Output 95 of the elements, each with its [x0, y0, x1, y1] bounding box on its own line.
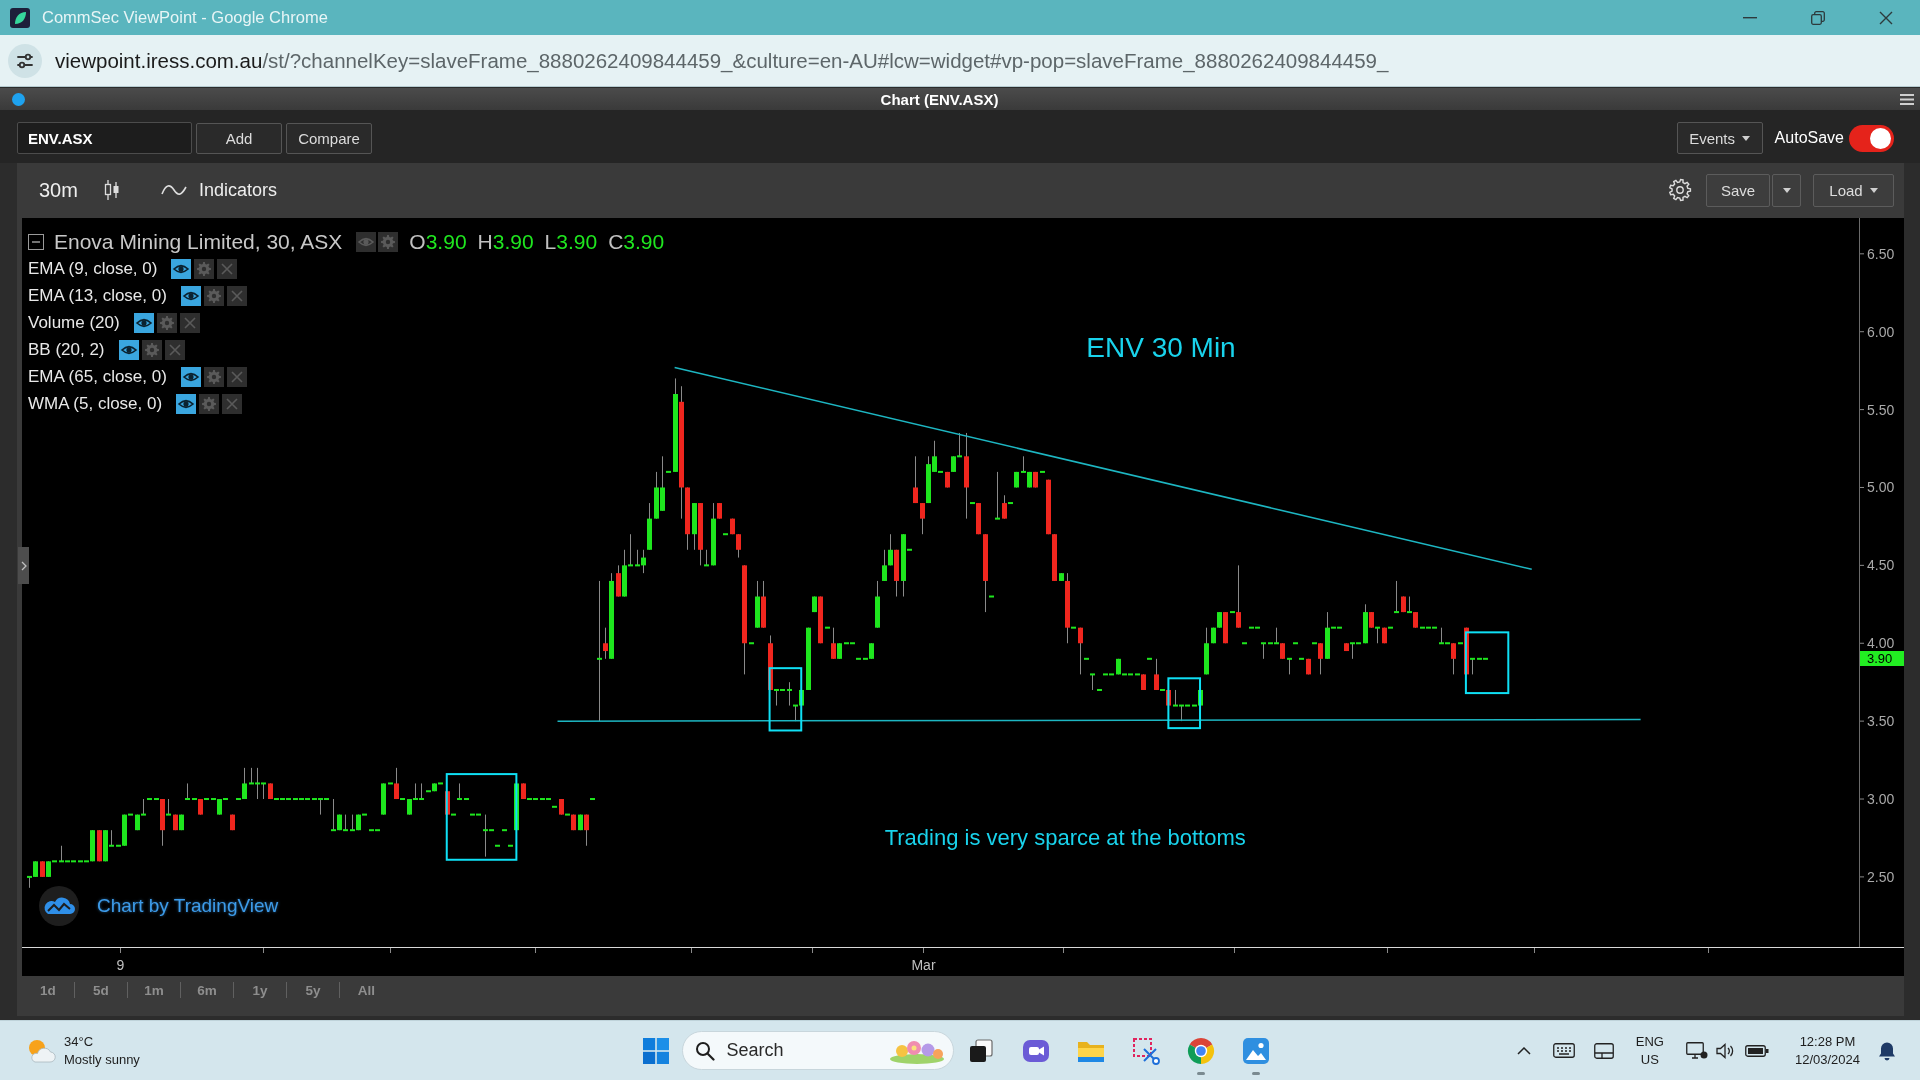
time-axis-label: 9 — [116, 957, 125, 973]
price-axis-label: 6.50 — [1867, 245, 1895, 262]
indicators-button[interactable]: Indicators — [160, 179, 277, 201]
search-icon — [694, 1040, 715, 1061]
eye-icon[interactable] — [176, 393, 197, 414]
picture-icon[interactable] — [1242, 1036, 1270, 1065]
ohlc-value: 3.90 — [556, 230, 598, 254]
interval-button[interactable]: 30m — [39, 178, 78, 202]
panel-title: Chart (ENV.ASX) — [880, 90, 999, 108]
attribution-link[interactable]: Chart by TradingView — [97, 895, 279, 917]
ohlc-label: O — [409, 230, 426, 254]
color-wheel-icon[interactable] — [1187, 1036, 1215, 1065]
search-field[interactable]: Search — [681, 1031, 954, 1070]
price-axis-label: 6.00 — [1867, 323, 1895, 340]
settings-icon[interactable] — [1668, 178, 1692, 202]
caret-icon — [1782, 187, 1791, 193]
indicator-name: Volume (20) — [28, 312, 120, 333]
series-title: Enova Mining Limited, 30, ASX — [54, 230, 343, 254]
close-icon[interactable] — [217, 258, 238, 279]
toolbar-button[interactable]: Compare — [286, 122, 372, 154]
caret-icon — [1742, 135, 1751, 141]
symbol-field[interactable]: ENV.ASX — [17, 122, 192, 154]
ohlc-value: 3.90 — [425, 230, 467, 254]
sliders-icon[interactable] — [8, 43, 42, 78]
minimize-icon[interactable] — [1743, 16, 1757, 19]
autosave-toggle[interactable] — [1849, 124, 1894, 152]
indicator-name: WMA (5, close, 0) — [28, 393, 163, 414]
close-icon[interactable] — [1879, 10, 1893, 25]
price-axis-label: 2.50 — [1867, 868, 1895, 885]
price-axis-label: 5.00 — [1867, 479, 1895, 496]
keyboard-region-text: US — [1640, 1050, 1659, 1069]
ohlc-label: L — [544, 230, 557, 254]
dot-icon — [12, 92, 25, 106]
time-axis-label: Mar — [911, 957, 936, 973]
price-axis-label: 4.00 — [1867, 635, 1895, 652]
eye-icon[interactable] — [171, 258, 192, 279]
candlestick-icon[interactable] — [102, 179, 121, 201]
toolbar-button[interactable]: Add — [196, 122, 282, 154]
ohlc-label: H — [477, 230, 493, 254]
wave-line-icon — [160, 183, 187, 197]
menu-icon[interactable] — [1900, 93, 1914, 105]
input-language-text: ENG — [1635, 1032, 1664, 1051]
four-squares-icon[interactable] — [642, 1037, 669, 1064]
ohlc-value: 3.90 — [492, 230, 534, 254]
chart-title: ENV 30 Min — [1086, 331, 1236, 363]
price-axis-label: 3.50 — [1867, 713, 1895, 730]
tablet-icon[interactable] — [1593, 1042, 1614, 1059]
indicator-name: BB (20, 2) — [28, 339, 105, 360]
events-dropdown[interactable]: Events — [1676, 122, 1763, 154]
caret-icon — [1869, 187, 1878, 193]
bell-icon[interactable] — [1878, 1040, 1896, 1061]
battery-icon[interactable] — [1744, 1043, 1769, 1058]
close-icon[interactable] — [226, 366, 247, 387]
address-field[interactable]: viewpoint.iress.com.au/st/?channelKey=slaveFrame_8880262409844459_&culture=en-AU#lcw=widget#vp-pop=slaveFrame_8880262409844459_ — [55, 48, 1389, 73]
scissors-icon[interactable] — [1132, 1036, 1160, 1065]
clock-time: 12:28 PM — [1799, 1032, 1856, 1051]
close-icon[interactable] — [222, 393, 243, 414]
eye-icon[interactable] — [118, 339, 139, 360]
eye-icon[interactable] — [133, 312, 154, 333]
price-axis-label: 3.00 — [1867, 791, 1895, 807]
window-title: CommSec ViewPoint - Google Chrome — [42, 8, 328, 27]
weather-condition: Mostly sunny — [64, 1050, 140, 1069]
save-button[interactable]: Save — [1706, 173, 1770, 207]
stacked-squares-icon[interactable] — [968, 1037, 994, 1064]
chevron-right-icon — [20, 560, 27, 571]
cloud-logo-icon — [39, 886, 79, 926]
video-camera-icon[interactable] — [1022, 1037, 1050, 1064]
indicator-name: EMA (65, close, 0) — [28, 366, 167, 387]
keyboard-icon[interactable] — [1552, 1043, 1575, 1058]
load-button[interactable]: Load — [1813, 173, 1894, 207]
indicator-name: EMA (13, close, 0) — [28, 285, 167, 306]
restore-icon[interactable] — [1811, 10, 1825, 25]
minus-square-icon[interactable] — [28, 234, 44, 250]
close-icon[interactable] — [164, 339, 185, 360]
eye-icon[interactable] — [180, 285, 201, 306]
indicator-name: EMA (9, close, 0) — [28, 258, 158, 279]
price-axis-label: 4.50 — [1867, 557, 1895, 574]
ohlc-value: 3.90 — [623, 230, 665, 254]
clock-date: 12/03/2024 — [1794, 1050, 1860, 1069]
sidebar-toggle[interactable] — [18, 547, 29, 584]
price-axis-label: 5.50 — [1867, 401, 1895, 418]
save-options-button[interactable] — [1772, 173, 1801, 207]
app-logo-icon — [10, 7, 30, 28]
eye-icon[interactable] — [180, 366, 201, 387]
weather-temperature: 34°C — [64, 1032, 95, 1051]
speaker-icon[interactable] — [1715, 1042, 1734, 1059]
close-icon[interactable] — [179, 312, 200, 333]
chevron-up-icon[interactable] — [1516, 1046, 1531, 1055]
chart-note: Trading is very sparce at the bottoms — [884, 825, 1246, 851]
close-icon[interactable] — [226, 285, 247, 306]
autosave-label: AutoSave — [1774, 129, 1844, 147]
ohlc-label: C — [608, 230, 624, 254]
monitor-icon[interactable] — [1685, 1041, 1708, 1060]
highlight-frame — [1464, 631, 1510, 695]
last-price-label: 3.90 — [1860, 651, 1904, 667]
